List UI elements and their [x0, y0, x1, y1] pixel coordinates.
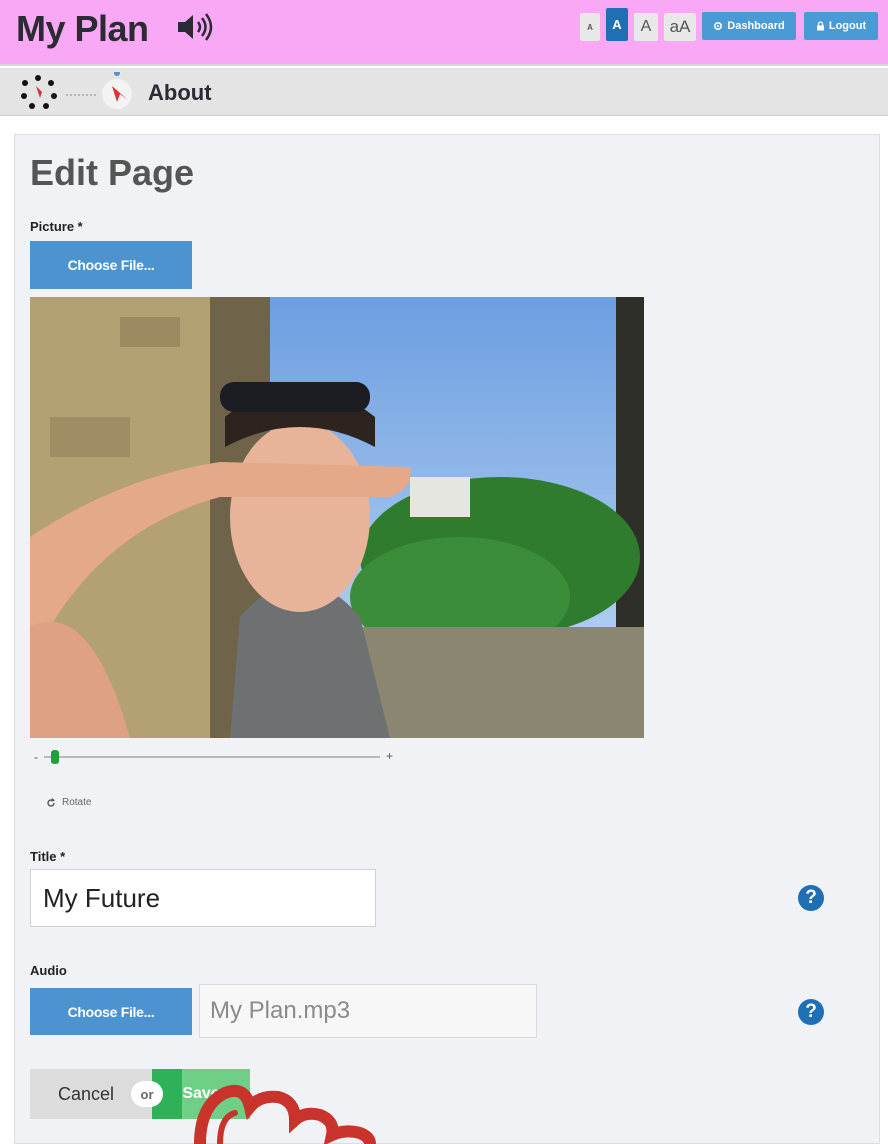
title-label: Title *	[30, 849, 66, 864]
zoom-out-label: -	[34, 750, 38, 764]
font-size-medium-button[interactable]: A	[634, 13, 658, 41]
save-label: Save	[182, 1085, 220, 1102]
zoom-slider-thumb[interactable]	[50, 750, 59, 764]
font-size-large-button[interactable]: aA	[664, 13, 696, 41]
home-logo-icon[interactable]	[18, 72, 66, 112]
breadcrumb-step-icon[interactable]	[98, 72, 136, 112]
app-title: My Plan	[16, 8, 149, 49]
save-button[interactable]: Save	[152, 1069, 250, 1119]
dashboard-label: Dashboard	[727, 20, 785, 32]
breadcrumb: About	[0, 68, 888, 116]
logout-label: Logout	[828, 20, 867, 32]
dashboard-button[interactable]: Dashboard	[702, 12, 796, 40]
audio-choose-file-button[interactable]: Choose File...	[30, 988, 192, 1035]
picture-choose-file-button[interactable]: Choose File...	[30, 241, 192, 289]
or-divider: or	[131, 1081, 163, 1107]
rotate-button[interactable]: Rotate	[46, 797, 91, 808]
title-input[interactable]: My Future	[30, 869, 376, 927]
zoom-slider-track[interactable]	[44, 756, 380, 758]
page-title: Edit Page	[30, 152, 195, 193]
rotate-label: Rotate	[62, 797, 92, 808]
font-size-xs-button[interactable]: A	[580, 13, 600, 41]
picture-label: Picture *	[30, 219, 83, 234]
audio-file-field[interactable]: My Plan.mp3	[199, 984, 537, 1038]
gear-icon	[714, 21, 723, 31]
rotate-icon	[47, 797, 55, 807]
logout-button[interactable]: Logout	[804, 12, 878, 40]
breadcrumb-connector	[66, 94, 98, 96]
audio-label: Audio	[30, 963, 67, 978]
audio-help-icon[interactable]: ?	[798, 999, 824, 1025]
uploaded-picture[interactable]	[30, 297, 644, 738]
app-header: My Plan A A A aA Dashboard Logout	[0, 0, 888, 66]
zoom-in-label: +	[386, 749, 394, 763]
font-size-small-button[interactable]: A	[606, 8, 628, 41]
title-help-icon[interactable]: ?	[798, 885, 824, 911]
lock-icon	[816, 21, 824, 31]
speaker-icon[interactable]	[176, 12, 216, 42]
breadcrumb-current: About	[148, 80, 212, 105]
